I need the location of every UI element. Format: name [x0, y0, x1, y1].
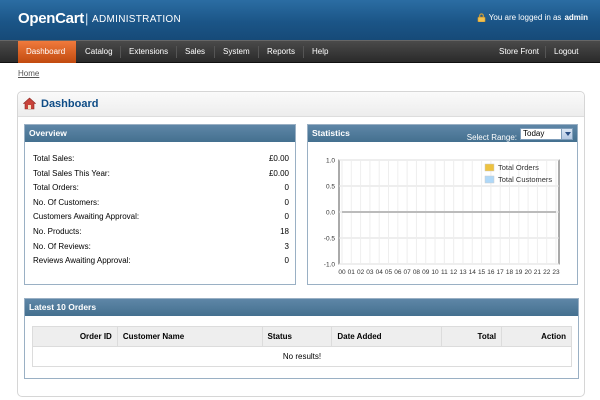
overview-row: Reviews Awaiting Approval: 0: [33, 256, 289, 268]
orders-table: Order ID Customer Name Status Date Added…: [32, 326, 572, 367]
statistics-chart: 1.00.50.0-0.5-1.000 01 02 03 04 05 06 07 08 09 10 1…: [324, 158, 560, 277]
x-tick-label: 13: [459, 269, 467, 276]
y-tick-label: -1.0: [324, 262, 336, 269]
x-tick-label: 14: [469, 269, 477, 276]
menu-extensions[interactable]: Extensions: [121, 41, 176, 63]
x-tick-label: 16: [487, 269, 495, 276]
col-status[interactable]: Status: [261, 326, 333, 347]
overview-label: No. Of Reviews:: [33, 241, 91, 251]
overview-value: £0.00: [268, 154, 289, 163]
overview-panel: Overview Total Sales: £0.00 Total Sales Th…: [24, 124, 296, 285]
y-tick-label: 0.5: [326, 184, 335, 191]
breadcrumb-home[interactable]: Home: [18, 69, 39, 78]
logo-separator: |: [85, 11, 89, 26]
overview-label: Total Sales This Year:: [33, 168, 110, 178]
x-tick-label: 23: [552, 269, 560, 276]
overview-row: No. Of Reviews: 3: [33, 242, 289, 254]
col-order-id[interactable]: Order ID: [32, 326, 118, 347]
x-tick-label: 08: [413, 269, 421, 276]
overview-value: 0: [284, 256, 289, 266]
overview-row: No. Products: 18: [33, 227, 289, 239]
overview-label: Total Sales:: [33, 154, 75, 163]
menu-help[interactable]: Help: [304, 41, 336, 63]
latest-orders-title: Latest 10 Orders: [25, 299, 578, 316]
overview-label: No. Of Customers:: [33, 197, 100, 207]
col-date-added[interactable]: Date Added: [331, 326, 443, 347]
menu-store-front[interactable]: Store Front: [491, 41, 547, 63]
range-value: Today: [523, 129, 545, 138]
overview-value: 0: [284, 212, 289, 222]
chevron-down-icon[interactable]: [561, 129, 572, 139]
x-tick-label: 03: [366, 269, 374, 276]
box-header: Dashboard: [18, 92, 584, 117]
legend-swatch: [484, 163, 495, 172]
username: admin: [564, 13, 588, 22]
lock-icon: [477, 13, 486, 22]
overview-label: Customers Awaiting Approval:: [33, 212, 140, 222]
x-tick-label: 01: [348, 269, 356, 276]
login-info: You are logged in as admin: [477, 13, 588, 22]
x-tick-label: 12: [450, 269, 458, 276]
x-tick-label: 21: [534, 269, 542, 276]
x-tick-label: 17: [497, 269, 505, 276]
statistics-header: Statistics Select Range: Today: [308, 125, 577, 142]
top-header: OpenCart | ADMINISTRATION You are logged…: [0, 0, 600, 40]
overview-value: 18: [280, 227, 289, 236]
col-customer-name[interactable]: Customer Name: [116, 326, 263, 347]
page-title: Dashboard: [41, 98, 99, 110]
overview-row: Total Sales: £0.00: [33, 154, 289, 166]
x-tick-label: 18: [506, 269, 514, 276]
x-tick-label: 11: [441, 269, 448, 276]
overview-row: Customers Awaiting Approval: 0: [33, 212, 289, 224]
latest-orders-panel: Latest 10 Orders Order ID Customer Name …: [24, 298, 579, 379]
legend-label: Total Orders: [498, 163, 539, 172]
overview-label: Reviews Awaiting Approval:: [33, 256, 131, 266]
x-tick-label: 22: [543, 269, 551, 276]
overview-row: Total Sales This Year: £0.00: [33, 169, 289, 181]
x-tick-label: 00: [338, 269, 346, 276]
overview-value: 3: [284, 241, 289, 251]
overview-value: £0.00: [268, 168, 289, 178]
main-menu: Dashboard Catalog Extensions Sales Syste…: [0, 40, 600, 63]
overview-row: No. Of Customers: 0: [33, 198, 289, 210]
x-tick-label: 10: [431, 269, 439, 276]
x-tick-label: 04: [376, 269, 384, 276]
menu-system[interactable]: System: [215, 41, 258, 63]
logo[interactable]: OpenCart: [18, 10, 84, 27]
login-text: You are logged in as: [488, 13, 562, 22]
menu-catalog[interactable]: Catalog: [77, 41, 121, 63]
overview-value: 0: [284, 183, 289, 193]
y-tick-label: 0.0: [326, 210, 335, 217]
x-tick-label: 07: [404, 269, 412, 276]
menu-logout[interactable]: Logout: [546, 41, 586, 63]
col-action: Action: [501, 326, 572, 347]
menu-sales[interactable]: Sales: [177, 41, 213, 63]
x-tick-label: 05: [385, 269, 393, 276]
x-tick-label: 06: [394, 269, 402, 276]
statistics-panel: Statistics Select Range: Today 1.0 0.5 0.0…: [307, 124, 578, 285]
overview-title: Overview: [25, 125, 295, 142]
x-tick-label: 15: [478, 269, 486, 276]
home-icon: [23, 97, 36, 110]
statistics-title: Statistics: [312, 128, 350, 138]
menu-reports[interactable]: Reports: [259, 41, 303, 63]
legend-swatch: [484, 175, 495, 184]
x-tick-label: 02: [357, 269, 365, 276]
overview-label: Total Orders:: [33, 183, 79, 193]
admin-title: ADMINISTRATION: [92, 14, 182, 25]
table-row: No results!: [32, 346, 572, 367]
x-tick-label: 19: [515, 269, 523, 276]
col-total[interactable]: Total: [441, 326, 503, 347]
y-tick-label: 1.0: [326, 158, 335, 165]
range-select[interactable]: Today: [520, 128, 573, 140]
overview-label: No. Products:: [33, 227, 82, 236]
x-tick-label: 09: [422, 269, 430, 276]
no-results-text: No results!: [32, 346, 572, 367]
x-tick-label: 20: [524, 269, 532, 276]
y-tick-label: -0.5: [324, 236, 336, 243]
overview-row: Total Orders: 0: [33, 183, 289, 195]
menu-dashboard[interactable]: Dashboard: [18, 41, 76, 63]
overview-value: 0: [284, 197, 289, 207]
legend-label: Total Customers: [498, 175, 552, 184]
